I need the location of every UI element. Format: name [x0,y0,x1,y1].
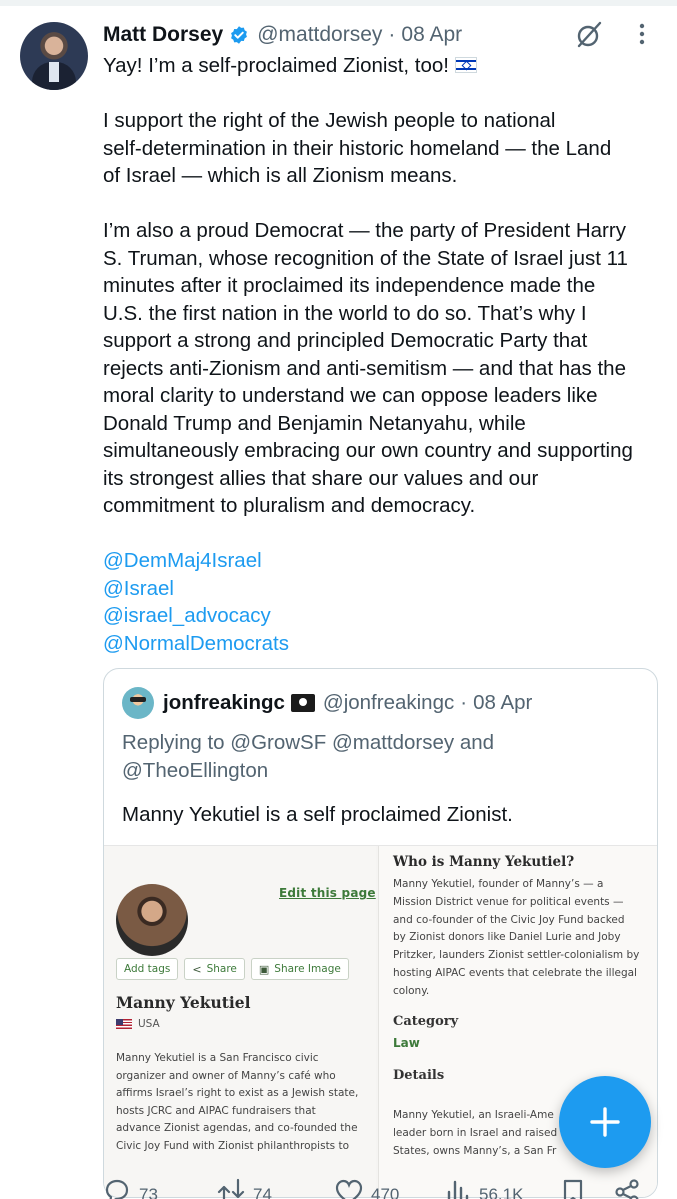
category-value: Law [393,1036,420,1050]
share-image-label: Share Image [274,963,341,975]
action-bar: 73 74 470 56.1K [103,1178,663,1199]
quote-header: jonfreakingc @jonfreakingc · 08 Apr [122,687,532,719]
country-label: USA [138,1018,160,1030]
tweet-first-line: Yay! I’m a self-proclaimed Zionist, too! [103,52,663,80]
avatar-shirt [49,62,59,82]
quote-avatar[interactable] [122,687,154,719]
bookmark-icon [563,1179,583,1199]
like-icon [335,1179,363,1199]
category-label: Category [393,1014,459,1029]
grok-icon[interactable] [574,20,604,50]
pirate-flag-icon [290,694,315,712]
views-icon [447,1180,469,1199]
quote-date[interactable]: 08 Apr [473,691,532,715]
share-icon [615,1179,639,1199]
share-label: Share [206,963,237,975]
us-flag-icon [116,1019,132,1029]
more-icon[interactable] [630,22,654,46]
header-separator: · [388,23,396,46]
reply-button[interactable]: 73 [103,1178,158,1199]
tweet-body: Yay! I’m a self-proclaimed Zionist, too!… [103,52,663,657]
add-tags-label: Add tags [124,963,171,975]
replying-mention[interactable]: @mattdorsey [332,731,454,754]
tweet-date[interactable]: 08 Apr [401,23,462,47]
quote-separator: · [460,691,468,714]
profile-buttons: Add tags < Share ▣ Share Image [116,958,349,980]
share-button: < Share [184,958,245,980]
author-handle[interactable]: @mattdorsey [257,23,382,47]
repost-button[interactable]: 74 [217,1178,272,1199]
who-title: Who is Manny Yekutiel? [393,854,575,870]
repost-icon [217,1178,245,1199]
tweet-header: Matt Dorsey @mattdorsey · 08 Apr [103,20,462,50]
image-small-icon: ▣ [258,962,270,976]
mention-link[interactable]: @israel_advocacy [103,602,663,630]
share-image-button: ▣ Share Image [250,958,349,980]
quote-text: Manny Yekutiel is a self proclaimed Zion… [122,803,513,826]
reply-count: 73 [139,1185,158,1199]
israel-flag-icon [454,57,477,73]
profile-name: Manny Yekutiel [116,993,251,1012]
who-text: Manny Yekutiel, founder of Manny’s — a M… [393,878,640,997]
profile-photo [116,884,188,956]
replying-prefix: Replying to [122,731,231,754]
mention-link[interactable]: @DemMaj4Israel [103,547,663,575]
views-button[interactable]: 56.1K [443,1178,523,1199]
tweet-mentions: @DemMaj4Israel @Israel @israel_advocacy … [103,547,663,657]
share-small-icon: < [192,962,202,976]
mention-link[interactable]: @Israel [103,575,663,603]
quote-author-handle[interactable]: @jonfreakingc [323,691,454,715]
views-count: 56.1K [479,1185,524,1199]
compose-button[interactable] [559,1076,651,1168]
mention-link[interactable]: @NormalDemocrats [103,630,663,658]
replying-to: Replying to @GrowSF @mattdorsey and @Theo… [122,729,642,785]
tweet-paragraph-1: I support the right of the Jewish people… [103,109,612,187]
like-count: 470 [371,1185,400,1199]
profile-bio: Manny Yekutiel is a San Francisco civic … [116,1052,359,1152]
reply-icon [105,1179,129,1199]
share-button-bar[interactable] [613,1178,641,1199]
quote-author-name[interactable]: jonfreakingc [163,691,285,715]
tweet-paragraph-2: I’m also a proud Democrat — the party of… [103,219,633,517]
replying-mention[interactable]: @GrowSF [230,731,326,754]
like-button[interactable]: 470 [335,1178,399,1199]
bookmark-button[interactable] [559,1178,587,1199]
replying-mention[interactable]: @TheoEllington [122,759,268,782]
details-label: Details [393,1068,445,1083]
compose-plus-icon [590,1107,620,1137]
profile-panel: Edit this page Add tags < Share ▣ Share Im… [104,846,376,1197]
profile-country: USA [116,1018,160,1030]
add-tags-button: Add tags [116,958,179,980]
edit-page-link: Edit this page [279,886,376,900]
top-divider [0,0,677,6]
tweet-first-line-text: Yay! I’m a self-proclaimed Zionist, too! [103,54,449,77]
verified-badge-icon [231,26,248,44]
repost-count: 74 [253,1185,272,1199]
replying-and: and [454,731,495,754]
author-avatar[interactable] [20,22,88,90]
author-name[interactable]: Matt Dorsey [103,23,223,47]
